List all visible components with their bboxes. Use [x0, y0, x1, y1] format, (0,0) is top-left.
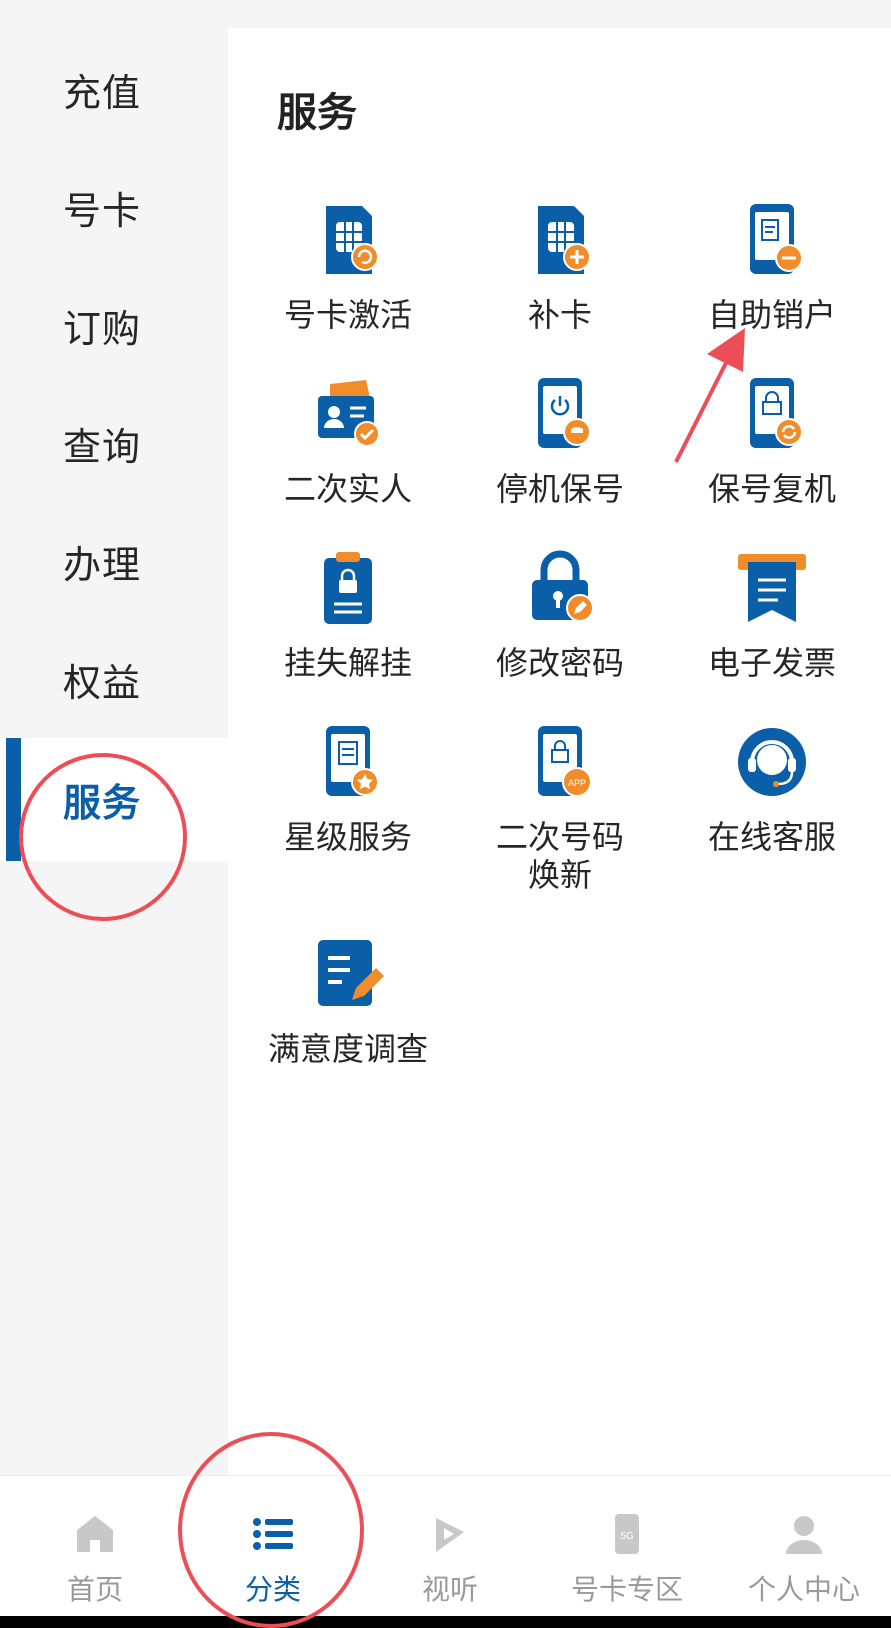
- service-report-loss[interactable]: 挂失解挂: [238, 548, 458, 682]
- sidebar-item-label: 权益: [62, 661, 141, 705]
- service-keep-number-restore[interactable]: 保号复机: [662, 374, 882, 508]
- home-icon: [77, 1516, 113, 1552]
- service-label: 电子发票: [707, 644, 836, 682]
- section-title: 服务: [277, 90, 357, 136]
- category-sidebar: 充值 号卡 订购 查询 办理 权益 服务: [0, 28, 228, 1475]
- sidebar-item-label: 查询: [62, 425, 141, 469]
- service-replace-card[interactable]: 补卡: [450, 200, 670, 334]
- svg-text:APP: APP: [568, 778, 586, 788]
- bottom-tab-bar: 首页 分类 视听 5G 号卡专区 个人中心: [0, 1475, 891, 1616]
- active-indicator: [6, 738, 21, 861]
- sidebar-item-sim-card[interactable]: 号卡: [0, 146, 228, 269]
- sidebar-item-query[interactable]: 查询: [0, 382, 228, 505]
- phone-app-lock-icon: APP: [538, 726, 592, 797]
- service-label: 停机保号: [495, 470, 624, 508]
- service-label: 二次实人: [283, 470, 412, 508]
- person-icon: [786, 1516, 822, 1554]
- phone-power-icon: [538, 378, 591, 448]
- sidebar-item-label: 订购: [62, 307, 141, 351]
- invoice-icon: [738, 554, 806, 622]
- svg-text:5G: 5G: [620, 1531, 634, 1542]
- service-label-line2: 焕新: [527, 856, 592, 894]
- service-label: 在线客服: [707, 818, 836, 856]
- media-icon: [436, 1518, 464, 1552]
- service-label: 星级服务: [283, 818, 412, 856]
- survey-edit-icon: [318, 940, 384, 1006]
- sidebar-item-label: 服务: [62, 781, 141, 825]
- service-change-password[interactable]: 修改密码: [450, 548, 670, 682]
- tab-home[interactable]: 首页: [6, 1476, 184, 1617]
- tab-label: 个人中心: [747, 1573, 860, 1606]
- 5g-phone-icon: 5G: [615, 1514, 639, 1554]
- sidebar-item-recharge[interactable]: 充值: [0, 28, 228, 151]
- id-card-check-icon: [318, 380, 380, 447]
- padlock-edit-icon: [532, 550, 594, 622]
- headset-agent-icon: [738, 728, 806, 796]
- service-label-line1: 二次号码: [495, 818, 624, 856]
- sidebar-item-service[interactable]: 服务: [0, 738, 228, 861]
- service-online-support[interactable]: 在线客服: [662, 722, 882, 856]
- service-label: 保号复机: [707, 470, 836, 508]
- phone-cancel-icon: [750, 204, 803, 274]
- service-satisfaction-survey[interactable]: 满意度调查: [238, 934, 458, 1068]
- sidebar-item-order[interactable]: 订购: [0, 264, 228, 387]
- sim-card-add-icon: [538, 206, 591, 274]
- service-self-cancel-account[interactable]: 自助销户: [662, 200, 882, 334]
- phone-lock-refresh-icon: [750, 378, 803, 448]
- service-real-name-verify[interactable]: 二次实人: [238, 374, 458, 508]
- tab-label: 视听: [421, 1573, 478, 1606]
- service-number-renewal[interactable]: APP 二次号码 焕新: [450, 722, 670, 894]
- tab-category[interactable]: 分类: [184, 1476, 362, 1617]
- service-panel: 服务 号卡激活 补卡 自助销户 二次实人 停机保号 保号复机 挂失解挂 修改密码…: [228, 28, 891, 1475]
- sim-card-refresh-icon: [326, 206, 379, 274]
- sidebar-item-label: 号卡: [62, 189, 141, 233]
- service-suspend-keep-number[interactable]: 停机保号: [450, 374, 670, 508]
- service-star-service[interactable]: 星级服务: [238, 722, 458, 856]
- service-label: 挂失解挂: [283, 644, 412, 682]
- tab-sim-zone[interactable]: 5G 号卡专区: [538, 1476, 716, 1617]
- service-sim-activation[interactable]: 号卡激活: [238, 200, 458, 334]
- service-label: 号卡激活: [283, 296, 412, 334]
- service-label: 补卡: [527, 296, 592, 334]
- tab-profile[interactable]: 个人中心: [715, 1476, 891, 1617]
- service-label: 自助销户: [707, 296, 836, 334]
- service-e-invoice[interactable]: 电子发票: [662, 548, 882, 682]
- system-nav-strip: [0, 1616, 891, 1628]
- service-label: 修改密码: [495, 644, 624, 682]
- list-icon: [253, 1518, 293, 1550]
- sidebar-item-label: 充值: [62, 71, 141, 115]
- tab-label: 号卡专区: [570, 1573, 683, 1606]
- sidebar-item-benefits[interactable]: 权益: [0, 618, 228, 741]
- tab-label: 首页: [66, 1573, 123, 1606]
- clipboard-lock-icon: [324, 552, 372, 624]
- sidebar-item-label: 办理: [62, 543, 141, 587]
- sidebar-item-handle[interactable]: 办理: [0, 500, 228, 623]
- service-label: 满意度调查: [267, 1030, 428, 1068]
- phone-star-icon: [326, 726, 379, 796]
- tab-media[interactable]: 视听: [361, 1476, 539, 1617]
- tab-label: 分类: [244, 1573, 301, 1606]
